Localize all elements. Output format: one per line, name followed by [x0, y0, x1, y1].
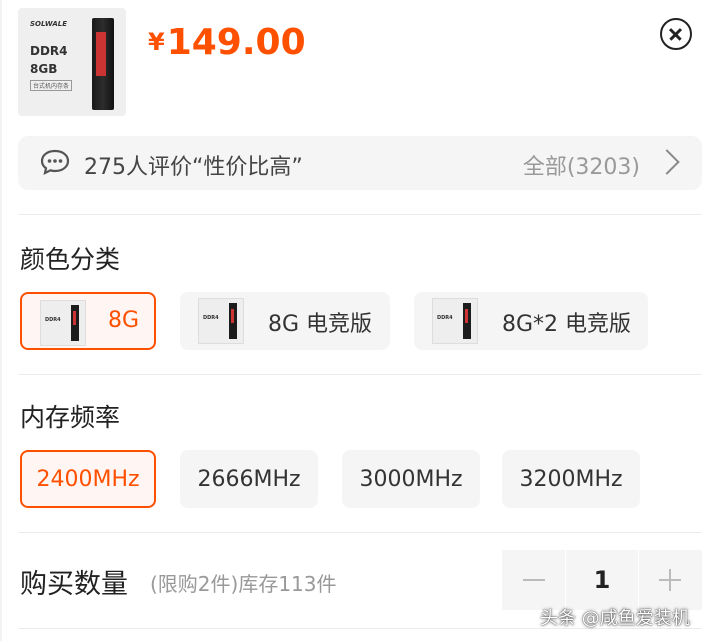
review-bar[interactable]: 275人评价“性价比高” 全部(3203) — [18, 136, 702, 190]
thumb-brand: SOLWALE — [30, 20, 67, 28]
thumb-ddr-label: DDR4 — [30, 44, 68, 58]
divider — [18, 374, 702, 375]
freq-option-3000[interactable]: 3000MHz — [342, 450, 480, 508]
price-value: 149.00 — [166, 22, 306, 63]
increment-button[interactable] — [638, 550, 702, 610]
thumb-tag: 台式机内存条 — [30, 80, 73, 91]
review-summary: 275人评价“性价比高” — [84, 155, 303, 180]
quantity-value[interactable]: 1 — [566, 550, 638, 610]
color-option-8gx2-esports[interactable]: DDR4 8G*2 电竞版 — [414, 292, 648, 350]
minus-icon — [522, 579, 545, 581]
freq-option-label: 2400MHz — [36, 466, 140, 492]
freq-option-label: 3200MHz — [519, 466, 623, 492]
all-reviews-link[interactable]: 全部(3203) — [523, 149, 640, 181]
option-thumbnail: DDR4 — [40, 300, 86, 346]
freq-option-label: 2666MHz — [197, 466, 301, 492]
divider — [18, 214, 702, 215]
product-thumbnail[interactable]: SOLWALE DDR4 8GB 台式机内存条 — [18, 8, 126, 116]
freq-option-label: 3000MHz — [359, 466, 463, 492]
color-section-title: 颜色分类 — [20, 245, 121, 274]
quantity-stepper[interactable]: 1 — [502, 550, 702, 610]
color-option-label: 8G*2 电竞版 — [502, 312, 632, 337]
color-option-label: 8G — [108, 308, 140, 333]
plus-icon — [659, 569, 682, 591]
close-icon[interactable] — [660, 18, 692, 50]
freq-option-2666[interactable]: 2666MHz — [180, 450, 318, 508]
chat-bubble-icon — [40, 149, 70, 175]
chevron-right-icon — [654, 149, 680, 175]
freq-option-3200[interactable]: 3200MHz — [502, 450, 640, 508]
watermark: 头条 @咸鱼爱装机 — [540, 608, 690, 629]
freq-option-2400[interactable]: 2400MHz — [20, 450, 156, 508]
ram-stick-image — [92, 18, 114, 110]
color-option-8g-esports[interactable]: DDR4 8G 电竞版 — [180, 292, 390, 350]
quantity-label: 购买数量 — [20, 569, 128, 600]
thumb-capacity-label: 8GB — [30, 62, 58, 76]
frequency-section-title: 内存频率 — [20, 403, 121, 432]
divider — [18, 532, 702, 533]
option-thumbnail: DDR4 — [198, 298, 244, 344]
price: ¥149.00 — [148, 22, 306, 63]
color-option-8g[interactable]: DDR4 8G — [20, 292, 156, 350]
option-thumbnail: DDR4 — [432, 298, 478, 344]
decrement-button[interactable] — [502, 550, 566, 610]
purchase-limit-note: (限购2件)库存113件 — [150, 572, 337, 596]
color-option-label: 8G 电竞版 — [268, 312, 373, 337]
left-edge — [0, 0, 2, 641]
currency-symbol: ¥ — [148, 28, 165, 56]
